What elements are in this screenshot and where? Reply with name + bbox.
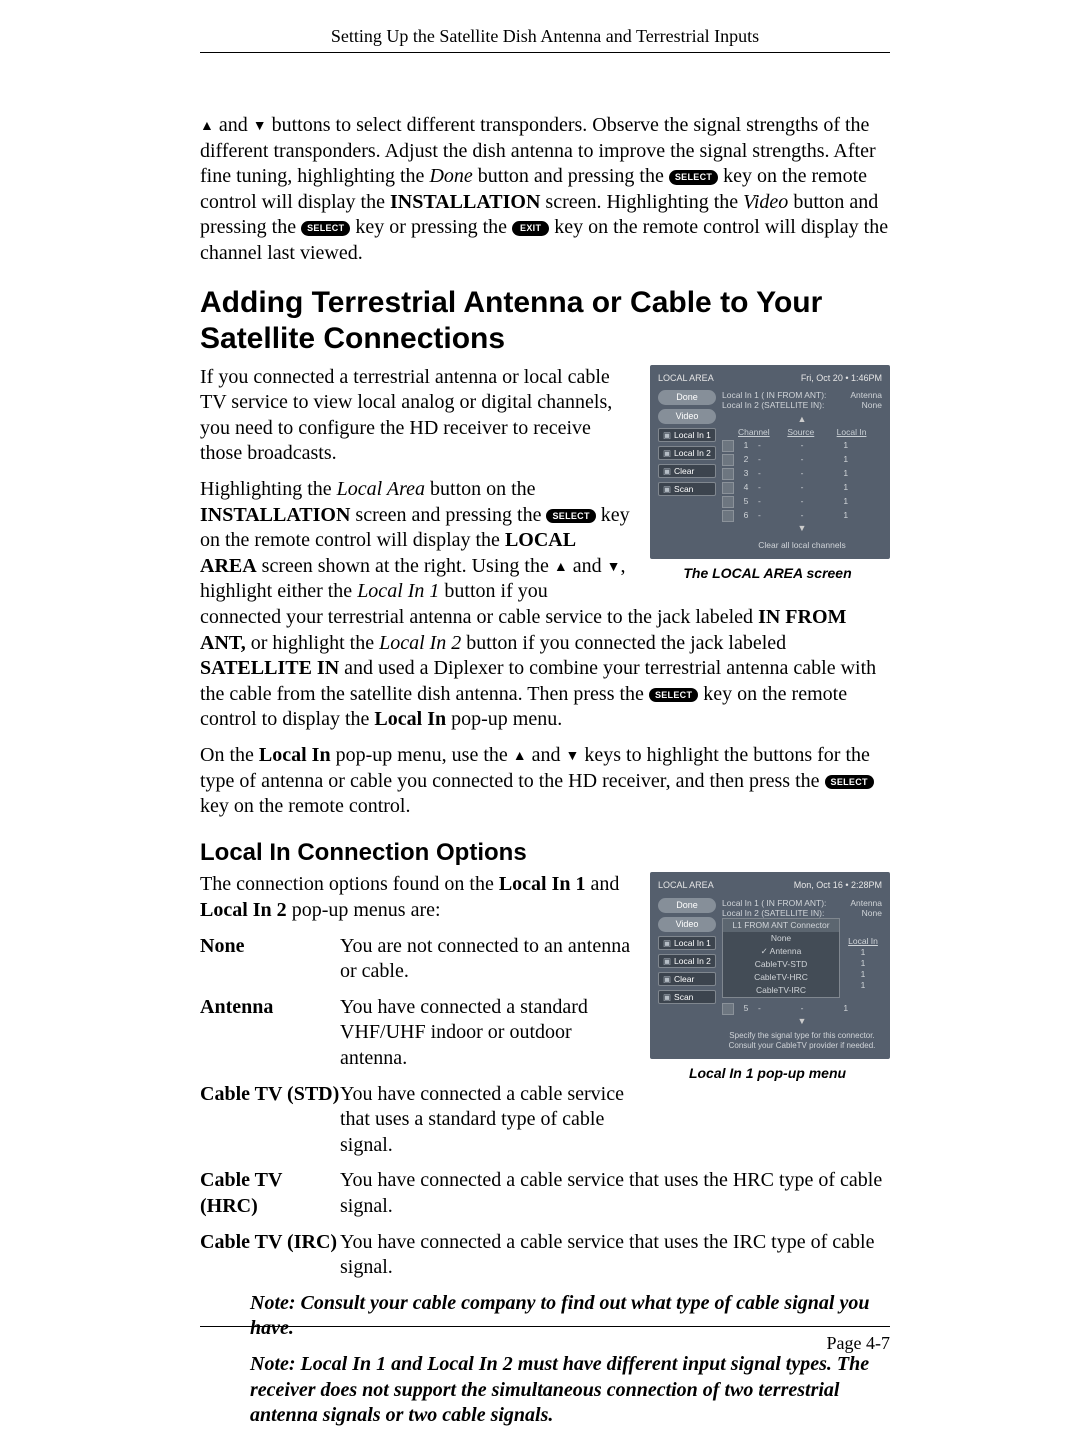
ss2-btn-done: Done: [658, 898, 716, 913]
ss1-btn-localin2: ▣Local In 2: [658, 446, 716, 460]
up-arrow-icon: ▲: [513, 748, 527, 766]
note-2: Note: Local In 1 and Local In 2 must hav…: [250, 1352, 890, 1429]
done-label: Done: [429, 165, 472, 187]
option-cable-hrc: Cable TV (HRC) You have connected a cabl…: [200, 1168, 890, 1219]
ss1-btn-clear: ▣Clear: [658, 464, 716, 478]
option-def: You have connected a cable service that …: [340, 1082, 633, 1159]
option-def: You are not connected to an antenna or c…: [340, 934, 633, 985]
ss1-table-row: 6--1: [722, 509, 882, 523]
option-term: None: [200, 934, 340, 985]
ss1-info-r1: Antenna: [850, 390, 882, 400]
select-key-icon: SELECT: [669, 170, 718, 185]
ss1-footer: Clear all local channels: [722, 540, 882, 551]
ss2-btn-scan: ▣Scan: [658, 990, 716, 1004]
section-heading: Adding Terrestrial Antenna or Cable to Y…: [200, 285, 890, 357]
select-key-icon: SELECT: [649, 688, 698, 703]
ss2-right-header: Local In: [844, 936, 882, 947]
text: screen. Highlighting the: [540, 191, 743, 213]
ss1-table-row: 5--1: [722, 495, 882, 509]
ss1-table-row: 3--1: [722, 467, 882, 481]
ss1-table-header: Channel Source Local In: [722, 426, 882, 439]
option-antenna: Antenna You have connected a standard VH…: [200, 995, 633, 1072]
note-1: Note: Consult your cable company to find…: [250, 1291, 890, 1342]
paragraph-3: On the Local In pop-up menu, use the ▲ a…: [200, 743, 890, 820]
ss2-hint: Specify the signal type for this connect…: [722, 1031, 882, 1051]
select-key-icon: SELECT: [546, 509, 595, 524]
ss2-title: LOCAL AREA: [658, 880, 714, 892]
option-term: Cable TV (STD): [200, 1082, 340, 1159]
exit-key-icon: EXIT: [512, 221, 549, 236]
ss1-btn-done: Done: [658, 390, 716, 405]
ss2-info-r2: None: [850, 908, 882, 918]
option-def: You have connected a cable service that …: [340, 1230, 890, 1281]
down-scroll-icon: ▼: [722, 1016, 882, 1028]
ss1-info-r2: None: [850, 400, 882, 410]
ss1-info-l1: Local In 1 ( IN FROM ANT):: [722, 390, 826, 400]
ss1-btn-scan: ▣Scan: [658, 482, 716, 496]
text: button and pressing the: [473, 165, 669, 187]
ss1-table-row: 2--1: [722, 453, 882, 467]
footer-rule: [200, 1326, 890, 1327]
figure1-caption: The LOCAL AREA screen: [645, 565, 890, 583]
ss2-opt-irc: CableTV-IRC: [723, 984, 839, 997]
ss2-btn-clear: ▣Clear: [658, 972, 716, 986]
up-scroll-icon: ▲: [722, 414, 882, 426]
ss1-sidebar: Done Video ▣Local In 1 ▣Local In 2 ▣Clea…: [658, 390, 716, 551]
text: and: [214, 114, 253, 136]
ss2-btn-localin1: ▣Local In 1: [658, 936, 716, 950]
ss2-opt-std: CableTV-STD: [723, 958, 839, 971]
intro-paragraph: ▲ and ▼ buttons to select different tran…: [200, 113, 890, 267]
option-cable-std: Cable TV (STD) You have connected a cabl…: [200, 1082, 633, 1159]
figure-local-area: LOCAL AREA Fri, Oct 20 • 1:46PM Done Vid…: [645, 365, 890, 584]
down-arrow-icon: ▼: [566, 748, 580, 766]
option-term: Antenna: [200, 995, 340, 1072]
ss2-sidebar: Done Video ▣Local In 1 ▣Local In 2 ▣Clea…: [658, 898, 716, 1051]
down-arrow-icon: ▼: [253, 118, 267, 136]
select-key-icon: SELECT: [825, 775, 874, 790]
option-none: None You are not connected to an antenna…: [200, 934, 633, 985]
local-in-popup-screenshot: LOCAL AREA Mon, Oct 16 • 2:28PM Done Vid…: [650, 872, 890, 1059]
ss1-date: Fri, Oct 20 • 1:46PM: [801, 373, 882, 385]
option-def: You have connected a standard VHF/UHF in…: [340, 995, 633, 1072]
down-arrow-icon: ▼: [607, 559, 621, 577]
ss2-info-l2: Local In 2 (SATELLITE IN):: [722, 908, 826, 918]
ss1-btn-localin1: ▣Local In 1: [658, 428, 716, 442]
option-def: You have connected a cable service that …: [340, 1168, 890, 1219]
running-header: Setting Up the Satellite Dish Antenna an…: [200, 25, 890, 48]
page: Setting Up the Satellite Dish Antenna an…: [0, 0, 1080, 1397]
ss1-btn-video: Video: [658, 409, 716, 424]
ss2-info-r1: Antenna: [850, 898, 882, 908]
header-rule: [200, 52, 890, 53]
ss2-btn-localin2: ▣Local In 2: [658, 954, 716, 968]
ss2-opt-antenna: Antenna: [723, 945, 839, 958]
ss1-info-l2: Local In 2 (SATELLITE IN):: [722, 400, 826, 410]
text: key or pressing the: [350, 216, 512, 238]
video-label: Video: [743, 191, 788, 213]
option-term: Cable TV (HRC): [200, 1168, 340, 1219]
option-cable-irc: Cable TV (IRC) You have connected a cabl…: [200, 1230, 890, 1281]
up-arrow-icon: ▲: [554, 559, 568, 577]
ss2-opt-none: None: [723, 932, 839, 945]
option-term: Cable TV (IRC): [200, 1230, 340, 1281]
figure-popup: LOCAL AREA Mon, Oct 16 • 2:28PM Done Vid…: [645, 872, 890, 1083]
installation-label: INSTALLATION: [390, 191, 540, 213]
figure2-caption: Local In 1 pop-up menu: [645, 1065, 890, 1083]
ss2-date: Mon, Oct 16 • 2:28PM: [794, 880, 882, 892]
select-key-icon: SELECT: [301, 221, 350, 236]
ss2-popup-header: L1 FROM ANT Connector: [723, 919, 839, 932]
ss1-table-row: 1--1: [722, 439, 882, 453]
ss1-title: LOCAL AREA: [658, 373, 714, 385]
ss1-table-row: 4--1: [722, 481, 882, 495]
down-scroll-icon: ▼: [722, 523, 882, 535]
ss2-popup: L1 FROM ANT Connector None Antenna Cable…: [722, 918, 840, 997]
up-arrow-icon: ▲: [200, 118, 214, 136]
ss2-opt-hrc: CableTV-HRC: [723, 971, 839, 984]
ss2-info-l1: Local In 1 ( IN FROM ANT):: [722, 898, 826, 908]
local-area-screenshot: LOCAL AREA Fri, Oct 20 • 1:46PM Done Vid…: [650, 365, 890, 560]
subsection-heading: Local In Connection Options: [200, 838, 890, 869]
ss2-leftover-row: 5 - - 1: [722, 1002, 882, 1016]
page-number: Page 4-7: [827, 1332, 890, 1355]
ss2-btn-video: Video: [658, 917, 716, 932]
